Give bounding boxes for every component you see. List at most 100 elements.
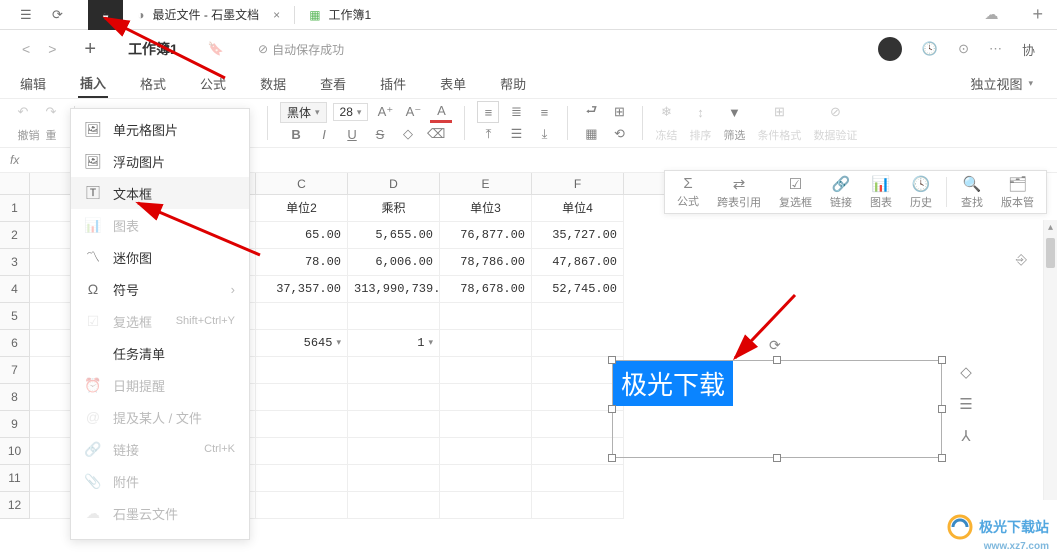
cell[interactable] <box>256 492 348 519</box>
row-header[interactable]: 1 <box>0 195 30 222</box>
cell[interactable]: 37,357.00 <box>256 276 348 303</box>
document-title[interactable]: 工作簿1 <box>128 39 178 59</box>
resize-handle[interactable] <box>773 356 781 364</box>
menu-format[interactable]: 格式 <box>138 70 168 97</box>
forward-button[interactable]: > <box>48 41 56 57</box>
row-header[interactable]: 2 <box>0 222 30 249</box>
cell[interactable] <box>532 303 624 330</box>
row-header[interactable]: 6 <box>0 330 30 357</box>
cell[interactable]: 47,867.00 <box>532 249 624 276</box>
cell[interactable]: 313,990,739.0 <box>348 276 440 303</box>
cell[interactable] <box>532 411 624 438</box>
cell[interactable] <box>256 357 348 384</box>
valign-bottom-button[interactable]: ⤓ <box>533 123 555 145</box>
cell[interactable] <box>348 357 440 384</box>
dd-date[interactable]: ⏰日期提醒 <box>71 369 249 401</box>
cell[interactable] <box>348 492 440 519</box>
dd-mention[interactable]: @提及某人 / 文件 <box>71 401 249 433</box>
rotate-text-button[interactable]: ⟲ <box>608 123 630 145</box>
cell[interactable] <box>440 384 532 411</box>
resize-handle[interactable] <box>938 405 946 413</box>
browser-tab-active[interactable]: ◒ <box>88 0 123 30</box>
row-header[interactable]: 8 <box>0 384 30 411</box>
row-header[interactable]: 5 <box>0 303 30 330</box>
font-decrease-button[interactable]: A⁻ <box>402 101 424 123</box>
font-color-button[interactable]: A <box>430 101 452 123</box>
resize-handle[interactable] <box>938 454 946 462</box>
dd-attachment[interactable]: 📎附件 <box>71 465 249 497</box>
resize-handle[interactable] <box>608 405 616 413</box>
row-header[interactable]: 7 <box>0 357 30 384</box>
cell[interactable] <box>440 438 532 465</box>
row-header[interactable]: 3 <box>0 249 30 276</box>
dd-chart[interactable]: 📊图表 <box>71 209 249 241</box>
resize-handle[interactable] <box>938 356 946 364</box>
cell[interactable] <box>348 411 440 438</box>
conditional-format-button[interactable]: ⊞ <box>768 101 790 123</box>
italic-button[interactable]: I <box>313 123 335 145</box>
add-button[interactable]: + <box>84 38 96 61</box>
wrap-button[interactable]: ⮐ <box>580 101 602 123</box>
align-left-button[interactable]: ≡ <box>477 101 499 123</box>
data-validation-button[interactable]: ⊘ <box>824 101 846 123</box>
cell[interactable] <box>256 384 348 411</box>
diamond-icon[interactable]: ◇ <box>955 361 977 383</box>
valign-middle-button[interactable]: ☰ <box>505 123 527 145</box>
version-tool[interactable]: 🗂版本管 <box>993 173 1042 212</box>
link-tool[interactable]: 🔗链接 <box>822 173 860 212</box>
cell[interactable]: 乘积 <box>348 195 440 222</box>
cell[interactable] <box>256 303 348 330</box>
col-header[interactable]: D <box>348 173 440 195</box>
col-header[interactable]: C <box>256 173 348 195</box>
row-header[interactable]: 10 <box>0 438 30 465</box>
menu-data[interactable]: 数据 <box>258 70 288 97</box>
new-tab-button[interactable]: + <box>1018 4 1057 25</box>
align-right-button[interactable]: ≡ <box>533 101 555 123</box>
font-family-select[interactable]: 黑体▾ <box>280 102 327 123</box>
col-header[interactable]: F <box>532 173 624 195</box>
back-button[interactable]: < <box>22 41 30 57</box>
cell[interactable]: 35,727.00 <box>532 222 624 249</box>
collab-button[interactable]: 协 <box>1022 40 1035 59</box>
cell[interactable]: 1 <box>348 330 440 357</box>
col-header[interactable]: E <box>440 173 532 195</box>
dd-link[interactable]: 🔗链接Ctrl+K <box>71 433 249 465</box>
cell[interactable] <box>440 303 532 330</box>
align-center-button[interactable]: ≣ <box>505 101 527 123</box>
clear-format-button[interactable]: ⌫ <box>425 123 447 145</box>
dd-symbol[interactable]: Ω符号› <box>71 273 249 305</box>
strikethrough-button[interactable]: S <box>369 123 391 145</box>
cell[interactable] <box>348 384 440 411</box>
freeze-button[interactable]: ❄ <box>655 101 677 123</box>
valign-top-button[interactable]: ⤒ <box>477 123 499 145</box>
row-header[interactable]: 4 <box>0 276 30 303</box>
border-button[interactable]: ▦ <box>580 123 602 145</box>
menu-insert[interactable]: 插入 <box>78 69 108 98</box>
clock-icon[interactable]: 🕓 <box>922 41 938 57</box>
textbox-object[interactable]: ⟳ 极光下载 ◇ ☰ ⅄ <box>612 360 942 458</box>
sort-button[interactable]: ↕ <box>689 101 711 123</box>
textbox-text[interactable]: 极光下载 <box>613 361 733 406</box>
merge-button[interactable]: ⊞ <box>608 101 630 123</box>
cell[interactable] <box>532 330 624 357</box>
select-all-corner[interactable] <box>0 173 30 195</box>
cell[interactable]: 5645 <box>256 330 348 357</box>
menu-icon[interactable]: ☰ <box>20 7 36 23</box>
cell[interactable] <box>348 303 440 330</box>
undo-button[interactable]: ↶ <box>12 101 34 123</box>
cell[interactable] <box>440 330 532 357</box>
menu-icon[interactable]: ☰ <box>955 393 977 415</box>
cell[interactable]: 78.00 <box>256 249 348 276</box>
fill-color-button[interactable]: ◇ <box>397 123 419 145</box>
cell[interactable] <box>256 411 348 438</box>
dd-tasklist[interactable]: 任务清单 <box>71 337 249 369</box>
dd-cloud-file[interactable]: ☁石墨云文件 <box>71 497 249 529</box>
cell[interactable] <box>256 438 348 465</box>
row-header[interactable]: 9 <box>0 411 30 438</box>
row-header[interactable]: 11 <box>0 465 30 492</box>
cell[interactable] <box>440 411 532 438</box>
avatar[interactable] <box>878 37 902 61</box>
cell[interactable]: 76,877.00 <box>440 222 532 249</box>
crossref-tool[interactable]: ⇄跨表引用 <box>709 173 769 212</box>
dd-checkbox[interactable]: ☑复选框Shift+Ctrl+Y <box>71 305 249 337</box>
